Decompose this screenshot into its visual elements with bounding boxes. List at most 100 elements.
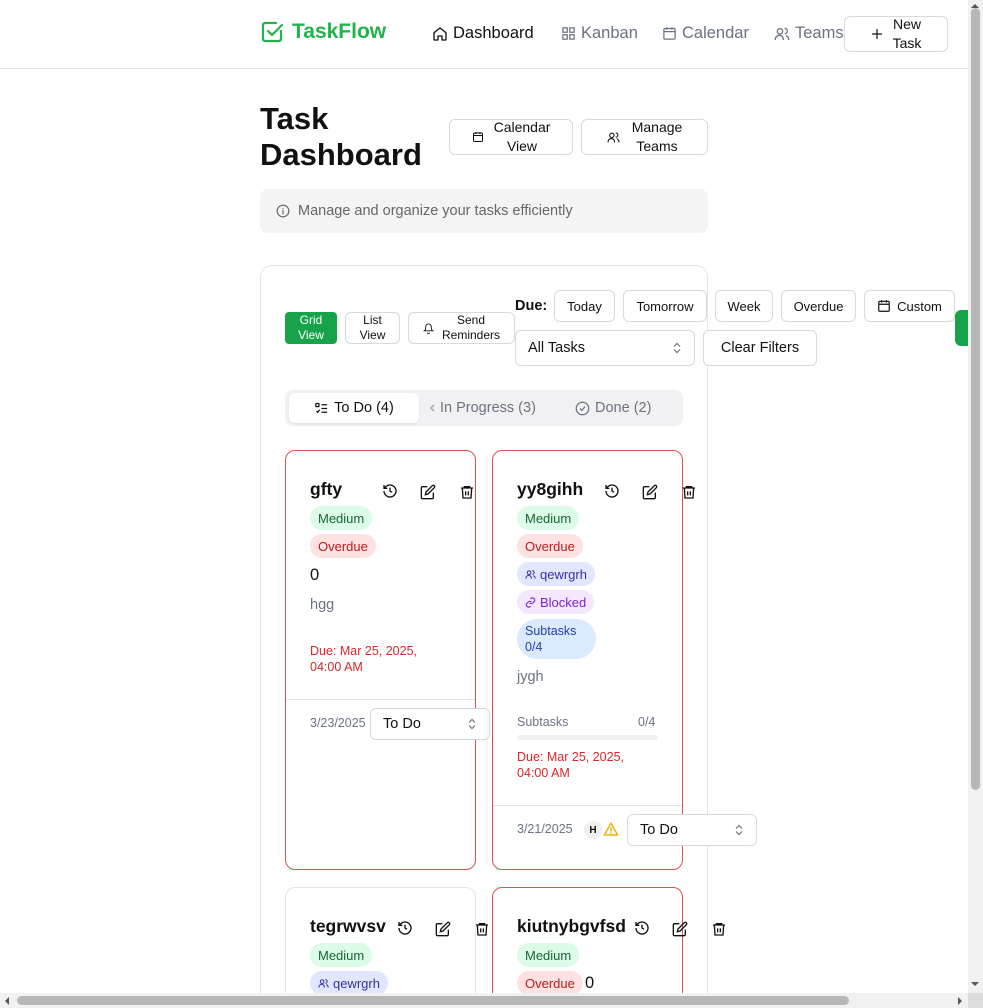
home-icon — [432, 26, 448, 42]
task-title: gfty — [310, 479, 343, 499]
nav-dashboard[interactable]: Dashboard — [432, 24, 534, 43]
warning-icon — [603, 821, 619, 837]
calendar-icon — [877, 299, 891, 313]
team-name: qewrgrh — [540, 566, 587, 582]
subtasks-count: 0/4 — [638, 715, 656, 729]
status-tabs: To Do (4) In Progress (3) Done (2) — [285, 390, 683, 426]
overdue-badge: Overdue — [517, 971, 583, 995]
avatar: H — [584, 821, 602, 839]
calendar-view-button[interactable]: Calendar View — [449, 119, 573, 155]
users-icon — [607, 131, 620, 144]
edit-icon[interactable] — [670, 919, 690, 939]
manage-teams-label: Manage Teams — [631, 119, 683, 154]
tab-done[interactable]: Done (2) — [575, 393, 651, 423]
team-badge: qewrgrh — [310, 971, 388, 995]
page-title: Task Dashboard — [260, 101, 422, 172]
status-select[interactable]: To Do — [627, 814, 757, 846]
scroll-up-arrow-icon[interactable] — [970, 3, 980, 9]
grid-view-button[interactable]: Grid View — [285, 312, 337, 344]
check-square-icon — [260, 20, 284, 44]
task-count: 0 — [585, 974, 595, 992]
scrollbar-corner — [968, 993, 983, 1008]
tab-todo-label: To Do (4) — [334, 400, 394, 416]
task-filter-select[interactable]: All Tasks — [515, 330, 695, 366]
edit-icon[interactable] — [418, 482, 438, 502]
trash-icon[interactable] — [472, 919, 492, 939]
nav-kanban[interactable]: Kanban — [561, 24, 638, 43]
status-value: To Do — [640, 822, 678, 838]
scroll-right-arrow-icon[interactable] — [957, 996, 963, 1006]
priority-badge: Medium — [310, 943, 373, 967]
task-description: jygh — [517, 669, 544, 685]
info-banner: Manage and organize your tasks efficient… — [260, 189, 708, 233]
brand-logo[interactable]: TaskFlow — [260, 20, 386, 44]
priority-badge: Medium — [310, 506, 373, 530]
trash-icon[interactable] — [709, 919, 729, 939]
nav-teams-label: Teams — [795, 24, 844, 42]
users-icon — [774, 26, 790, 42]
vertical-scrollbar-thumb[interactable] — [971, 8, 980, 790]
manage-teams-button[interactable]: Manage Teams — [581, 119, 708, 155]
due-overdue-button[interactable]: Overdue — [781, 290, 856, 322]
status-select[interactable]: To Do — [370, 708, 490, 740]
history-icon[interactable] — [602, 481, 622, 501]
nav-kanban-label: Kanban — [581, 24, 638, 42]
scroll-left-arrow-icon[interactable] — [4, 996, 10, 1006]
priority-badge: Medium — [517, 506, 580, 530]
scroll-down-arrow-icon[interactable] — [970, 981, 980, 987]
plus-icon — [871, 28, 883, 40]
new-task-button[interactable]: New Task — [844, 16, 948, 52]
due-custom-button[interactable]: Custom — [864, 290, 955, 322]
calendar-icon — [472, 131, 484, 143]
calendar-icon — [662, 26, 677, 41]
calendar-view-label: Calendar View — [493, 119, 551, 154]
task-title: kiutnybgvfsd — [517, 916, 626, 936]
nav-dashboard-label: Dashboard — [453, 24, 534, 42]
task-title: yy8gihh — [517, 479, 584, 499]
tab-todo[interactable]: To Do (4) — [289, 393, 419, 423]
subtasks-label: Subtasks — [517, 715, 569, 729]
team-badge: qewrgrh — [517, 562, 595, 586]
trash-icon[interactable] — [679, 482, 699, 502]
users-icon — [525, 569, 536, 580]
due-date: Due: Mar 25, 2025, 04:00 AM — [310, 644, 418, 674]
history-icon[interactable] — [395, 918, 415, 938]
due-week-button[interactable]: Week — [715, 290, 773, 322]
users-icon — [318, 978, 329, 989]
edit-icon[interactable] — [433, 919, 453, 939]
nav-teams[interactable]: Teams — [774, 24, 844, 43]
trash-icon[interactable] — [457, 482, 477, 502]
task-filter-value: All Tasks — [528, 340, 585, 356]
blocked-label: Blocked — [540, 594, 587, 610]
subtasks-badge: Subtasks 0/4 — [517, 619, 596, 659]
info-text: Manage and organize your tasks efficient… — [298, 203, 573, 219]
nav-calendar[interactable]: Calendar — [662, 24, 749, 43]
send-reminders-button[interactable]: Send Reminders — [408, 312, 515, 344]
grid-view-label: Grid View — [298, 313, 324, 342]
clear-filters-button[interactable]: Clear Filters — [703, 330, 817, 366]
edit-icon[interactable] — [640, 482, 660, 502]
list-view-button[interactable]: List View — [345, 312, 400, 344]
info-icon — [276, 204, 290, 218]
team-name: qewrgrh — [333, 975, 380, 991]
due-label: Due: — [515, 298, 548, 314]
send-reminders-label: Send Reminders — [441, 313, 501, 342]
brand-name: TaskFlow — [292, 20, 387, 43]
due-tomorrow-button[interactable]: Tomorrow — [623, 290, 707, 322]
card-divider — [286, 699, 475, 700]
due-today-button[interactable]: Today — [554, 290, 615, 322]
card-divider — [493, 805, 682, 806]
bell-icon — [422, 323, 434, 334]
history-icon[interactable] — [380, 481, 400, 501]
blocked-badge: Blocked — [517, 590, 595, 614]
side-drawer-tab[interactable] — [955, 310, 969, 346]
history-icon[interactable] — [632, 918, 652, 938]
list-todo-icon — [314, 401, 329, 416]
horizontal-scrollbar-thumb[interactable] — [17, 996, 849, 1005]
overdue-badge: Overdue — [517, 534, 583, 558]
tab-in-progress[interactable]: In Progress (3) — [429, 393, 536, 423]
due-custom-label: Custom — [897, 298, 942, 314]
list-view-label: List View — [359, 313, 386, 342]
created-date: 3/23/2025 — [310, 716, 366, 730]
due-date: Due: Mar 25, 2025, 04:00 AM — [517, 750, 625, 780]
